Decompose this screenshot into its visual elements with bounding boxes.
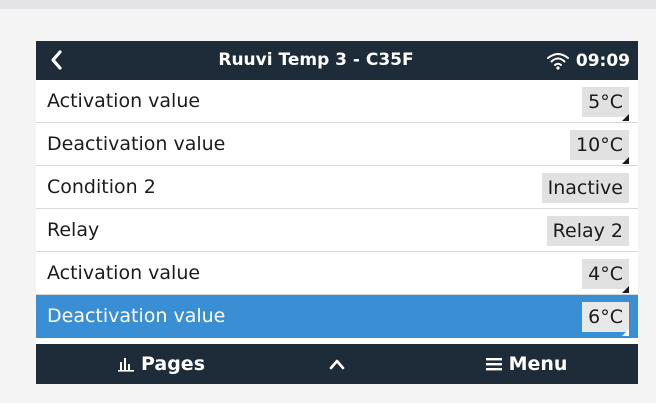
row-deactivation-value-2[interactable]: Deactivation value 6°C — [36, 295, 638, 338]
edit-corner-icon — [622, 286, 629, 293]
value-text: 4°C — [588, 263, 623, 285]
value-text: 6°C — [588, 306, 623, 328]
menu-button[interactable]: Menu — [456, 344, 596, 384]
page-title: Ruuvi Temp 3 - C35F — [218, 50, 414, 70]
row-label: Relay — [47, 219, 100, 241]
row-label: Deactivation value — [47, 133, 226, 155]
value-box[interactable]: Inactive — [541, 173, 629, 203]
row-activation-value-1[interactable]: Activation value 5°C — [36, 80, 638, 123]
row-condition-2[interactable]: Condition 2 Inactive — [36, 166, 638, 209]
value-text: Inactive — [547, 177, 623, 199]
value-box[interactable]: 4°C — [582, 259, 629, 293]
edit-corner-icon — [622, 114, 629, 121]
footer-bar: Pages Menu — [36, 344, 638, 384]
back-button[interactable] — [44, 47, 68, 73]
value-box[interactable]: 6°C — [582, 302, 629, 336]
settings-list: Activation value 5°C Deactivation value … — [36, 80, 638, 338]
clock: 09:09 — [575, 50, 630, 71]
status-area: 09:09 — [546, 41, 630, 80]
value-text: 5°C — [588, 91, 623, 113]
row-label: Condition 2 — [47, 176, 156, 198]
value-text: 10°C — [576, 134, 623, 156]
device-screen: Ruuvi Temp 3 - C35F 09:09 Activation val… — [36, 41, 638, 384]
header-bar: Ruuvi Temp 3 - C35F 09:09 — [36, 41, 638, 80]
edit-corner-icon — [622, 329, 629, 336]
row-label: Activation value — [47, 90, 201, 112]
chevron-left-icon — [51, 50, 62, 70]
pages-button[interactable]: Pages — [96, 344, 226, 384]
value-box[interactable]: 10°C — [570, 130, 629, 164]
edit-corner-icon — [622, 157, 629, 164]
value-box[interactable]: Relay 2 — [546, 216, 629, 246]
menu-label: Menu — [508, 353, 568, 375]
bar-chart-icon — [117, 358, 134, 372]
row-label: Activation value — [47, 262, 201, 284]
scroll-up-button[interactable] — [319, 344, 355, 384]
row-deactivation-value-1[interactable]: Deactivation value 10°C — [36, 123, 638, 166]
value-text: Relay 2 — [552, 220, 623, 242]
pages-label: Pages — [140, 353, 206, 375]
chevron-up-icon — [329, 359, 345, 370]
wifi-icon — [546, 52, 569, 70]
row-activation-value-2[interactable]: Activation value 4°C — [36, 252, 638, 295]
row-relay[interactable]: Relay Relay 2 — [36, 209, 638, 252]
hamburger-icon — [485, 358, 502, 371]
row-label: Deactivation value — [47, 305, 226, 327]
value-box[interactable]: 5°C — [582, 87, 629, 121]
